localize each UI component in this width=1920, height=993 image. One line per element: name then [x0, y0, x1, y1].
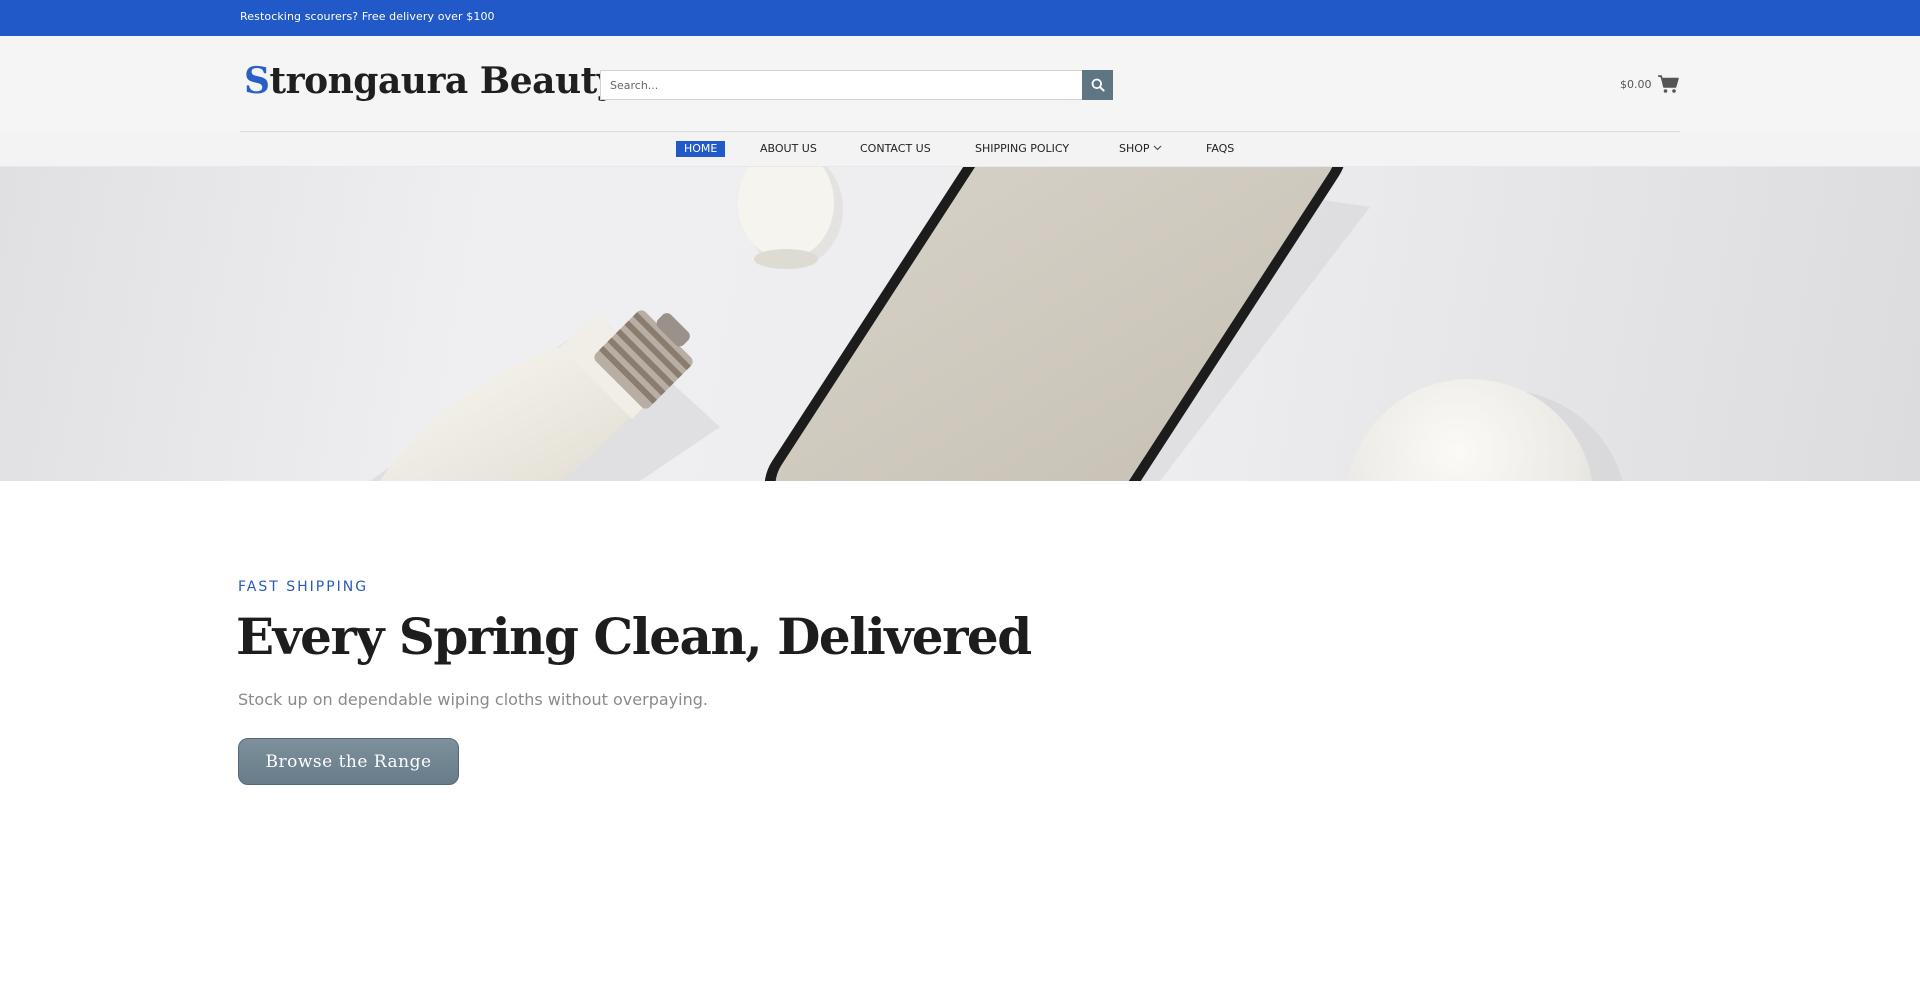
promo-section: FAST SHIPPING Every Spring Clean, Delive… — [0, 481, 1920, 993]
hero-banner — [0, 167, 1920, 481]
nav-divider — [240, 131, 1680, 132]
site-header: Strongaura Beauty $0.00 — [0, 36, 1920, 132]
search-button[interactable] — [1082, 70, 1113, 100]
nav-item-about-us[interactable]: ABOUT US — [760, 141, 817, 157]
cart-icon — [1657, 75, 1679, 93]
promo-headline: Every Spring Clean, Delivered — [236, 607, 1032, 666]
cart-total: $0.00 — [1620, 77, 1652, 91]
nav-item-faqs[interactable]: FAQS — [1206, 141, 1234, 157]
logo-initial: S — [244, 60, 270, 102]
main-nav: HOME ABOUT US CONTACT US SHIPPING POLICY… — [0, 131, 1920, 167]
chevron-down-icon — [1153, 145, 1161, 151]
search-form — [600, 70, 1113, 100]
logo-text: trongaura Beauty — [269, 60, 618, 102]
promo-subtext: Stock up on dependable wiping cloths wit… — [238, 690, 708, 709]
nav-item-home[interactable]: HOME — [676, 141, 726, 157]
site-logo[interactable]: Strongaura Beauty — [244, 60, 618, 102]
cart-link[interactable]: $0.00 — [1620, 74, 1679, 94]
nav-item-shop[interactable]: SHOP — [1119, 141, 1162, 157]
announcement-bar: Restocking scourers? Free delivery over … — [0, 0, 1920, 36]
announcement-text: Restocking scourers? Free delivery over … — [240, 10, 495, 23]
nav-item-shop-label: SHOP — [1119, 142, 1150, 155]
hero-image — [370, 167, 1623, 481]
nav-item-contact-us[interactable]: CONTACT US — [860, 141, 931, 157]
nav-item-shipping-policy[interactable]: SHIPPING POLICY — [975, 141, 1069, 157]
promo-eyebrow: FAST SHIPPING — [238, 579, 369, 595]
search-input[interactable] — [600, 70, 1083, 100]
search-icon — [1091, 78, 1105, 92]
browse-range-button[interactable]: Browse the Range — [238, 738, 459, 785]
